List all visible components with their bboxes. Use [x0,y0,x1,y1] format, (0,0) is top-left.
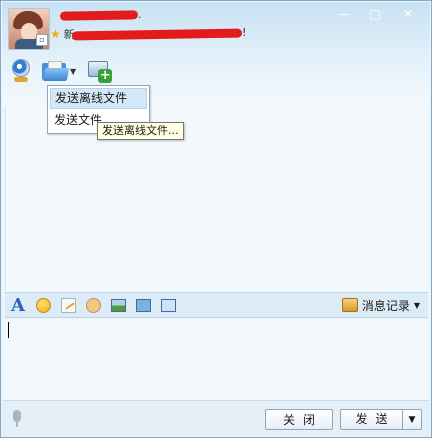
format-toolbar: A 消息记录 ▼ [5,292,428,318]
status-badge-icon: ▫ [36,34,48,46]
contact-name[interactable]: . [58,8,178,24]
chevron-down-icon: ▼ [413,300,420,310]
emoji-icon[interactable] [34,296,52,314]
video-call-button[interactable] [10,57,32,85]
close-button[interactable]: 关闭 [265,409,333,430]
text-caret [8,322,9,338]
screenshot-icon[interactable] [134,296,152,314]
font-icon[interactable]: A [9,295,27,316]
minimize-button[interactable]: — [328,4,358,24]
window-controls: — □ ✕ [328,4,424,24]
send-label: 发送 [341,410,403,429]
message-history-area[interactable] [5,107,428,291]
folder-icon [42,61,70,81]
tooltip: 发送离线文件... [97,122,184,140]
message-input[interactable] [5,319,428,399]
create-discussion-button[interactable]: + [86,57,113,85]
contact-signature: ★ 新 ! [50,26,246,42]
signature-tail: ! [242,26,247,39]
history-label: 消息记录 [361,298,410,313]
chat-toolbar: ▼ + [10,56,113,86]
close-window-button[interactable]: ✕ [392,4,424,24]
chat-window: — □ ✕ ▫ . ★ 新 ! ▼ + 发送离线文件 发送文件 发送离线文件..… [0,0,432,438]
screen-capture-icon[interactable] [159,296,177,314]
chevron-down-icon[interactable]: ▼ [70,67,76,76]
message-history-button[interactable]: 消息记录 ▼ [341,296,420,314]
send-image-icon[interactable] [109,296,127,314]
redacted-signature [71,28,243,41]
menu-item-send-offline-file[interactable]: 发送离线文件 [50,88,147,109]
bottom-bar: 关闭 发送 ▼ [2,400,430,437]
microphone-icon[interactable] [11,410,23,428]
webcam-icon [10,59,32,83]
handwriting-icon[interactable] [59,296,77,314]
star-icon: ★ [50,27,61,41]
send-button[interactable]: 发送 ▼ [340,409,422,430]
send-options-dropdown[interactable]: ▼ [403,415,421,425]
history-icon [341,298,358,312]
send-file-button[interactable]: ▼ [42,57,76,85]
add-chat-icon: + [86,59,113,83]
magic-expression-icon[interactable] [84,296,102,314]
redacted-name [59,10,139,21]
maximize-button[interactable]: □ [360,4,390,24]
